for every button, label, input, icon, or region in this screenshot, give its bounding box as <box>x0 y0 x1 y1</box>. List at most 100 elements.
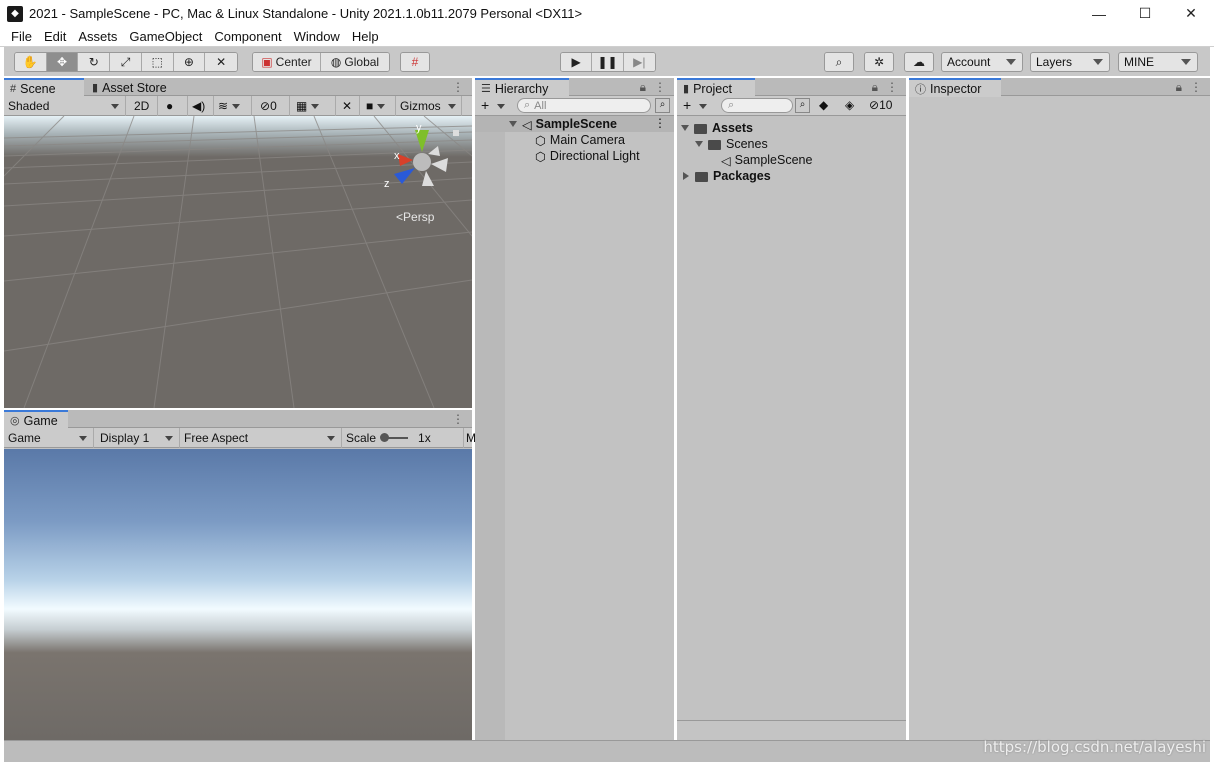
scale-label: Scale <box>346 431 377 445</box>
lock-icon[interactable]: 🔒︎ <box>872 80 878 95</box>
menu-edit[interactable]: Edit <box>38 29 72 44</box>
camera-dropdown[interactable]: ■ <box>362 96 396 116</box>
search-filter-icon[interactable]: ⌕ <box>795 98 810 113</box>
pivot-center-button[interactable]: ▣ Center <box>253 53 321 71</box>
scale-slider[interactable] <box>380 433 409 442</box>
tab-inspector[interactable]: ⓘ Inspector <box>909 78 1001 97</box>
collab-icon[interactable]: ✲ <box>865 53 893 71</box>
menu-component[interactable]: Component <box>208 29 287 44</box>
toggle-2d-button[interactable]: 2D <box>130 96 158 116</box>
draw-mode-dropdown[interactable]: Shaded <box>4 96 126 116</box>
x-axis-cone[interactable] <box>398 154 413 166</box>
panel-menu-icon[interactable]: ⋮ <box>1190 80 1202 94</box>
menu-window[interactable]: Window <box>288 29 346 44</box>
audio-icon[interactable]: ◀) <box>188 96 214 116</box>
hand-tool-icon[interactable]: ✋ <box>15 53 47 71</box>
display-dropdown[interactable]: Display 1 <box>96 428 180 448</box>
rotate-tool-icon[interactable]: ↻ <box>78 53 111 71</box>
close-button[interactable]: ✕ <box>1168 0 1214 27</box>
maximize-on-play-toggle[interactable]: M <box>464 428 476 448</box>
scene-root-row[interactable]: ◁ SampleScene <box>509 116 617 132</box>
draw-mode-label: Shaded <box>8 99 50 113</box>
layout-dropdown[interactable]: MINE <box>1118 52 1198 72</box>
move-tool-icon[interactable]: ✥ <box>46 53 79 71</box>
custom-tool-icon[interactable]: ✕ <box>205 53 237 71</box>
hierarchy-item-main-camera[interactable]: ⬡ Main Camera <box>535 132 625 148</box>
tools-icon[interactable]: ✕ <box>338 96 360 116</box>
tab-scene[interactable]: # Scene <box>4 78 84 97</box>
grid-snap-icon[interactable]: # <box>401 53 429 71</box>
gizmos-dropdown[interactable]: Gizmos <box>396 96 462 116</box>
menu-gameobject[interactable]: GameObject <box>123 29 208 44</box>
chevron-down-icon <box>448 104 456 109</box>
panel-menu-icon[interactable]: ⋮ <box>654 80 666 94</box>
project-item-label: Packages <box>713 169 771 183</box>
lock-icon[interactable]: 🔒︎ <box>1176 80 1182 95</box>
hierarchy-item-directional-light[interactable]: ⬡ Directional Light <box>535 148 640 164</box>
pivot-global-button[interactable]: ◍ Global <box>321 53 389 71</box>
scale-slider-handle[interactable] <box>380 433 390 442</box>
hierarchy-search-input[interactable]: ⌕ All <box>517 98 651 113</box>
menu-file[interactable]: File <box>5 29 38 44</box>
hierarchy-tree: ◁ SampleScene ⋮ ⬡ Main Camera ⬡ Directio… <box>475 116 674 740</box>
tab-game[interactable]: ◎ Game <box>4 410 68 429</box>
projection-label: Persp <box>403 210 435 224</box>
filter-type-icon[interactable]: ◆ <box>819 98 828 112</box>
scene-visibility-toggle[interactable]: ⊘ 0 <box>256 96 290 116</box>
search-filter-icon[interactable]: ⌕ <box>655 98 670 113</box>
scale-control: Scale 1x <box>342 428 464 448</box>
menu-help[interactable]: Help <box>346 29 385 44</box>
z-axis-cone[interactable] <box>394 168 415 184</box>
project-item-scenes[interactable]: Scenes <box>695 136 768 152</box>
tab-asset-store-label: Asset Store <box>102 80 167 95</box>
effects-dropdown[interactable]: ≋ <box>214 96 252 116</box>
expand-arrow-icon[interactable] <box>681 125 689 131</box>
minimize-button[interactable]: — <box>1076 0 1122 27</box>
expand-arrow-icon[interactable] <box>509 121 517 127</box>
project-item-assets[interactable]: Assets <box>681 120 753 136</box>
tab-asset-store[interactable]: ▮ Asset Store <box>86 78 186 97</box>
search-icon[interactable]: ⌕ <box>825 53 853 71</box>
panel-menu-icon[interactable]: ⋮ <box>452 80 464 94</box>
chevron-down-icon <box>1006 59 1016 65</box>
collapse-arrow-icon[interactable] <box>683 172 689 180</box>
cube-icon: ⬡ <box>535 149 546 164</box>
project-item-samplescene[interactable]: ◁ SampleScene <box>721 152 812 168</box>
lock-icon[interactable]: 🔒︎ <box>640 80 646 95</box>
maximize-button[interactable]: ☐ <box>1122 0 1168 27</box>
add-icon[interactable]: + <box>683 97 691 113</box>
scale-tool-icon[interactable]: ⤢ <box>110 53 142 71</box>
chevron-down-icon <box>497 104 505 109</box>
account-dropdown[interactable]: Account <box>941 52 1023 72</box>
game-mode-dropdown[interactable]: Game <box>4 428 94 448</box>
step-button[interactable]: ▶| <box>623 53 655 71</box>
add-icon[interactable]: + <box>481 97 489 113</box>
play-button[interactable]: ▶ <box>561 53 593 71</box>
tab-project-label: Project <box>693 81 732 96</box>
gizmo-lock-icon[interactable] <box>453 130 459 136</box>
project-item-packages[interactable]: Packages <box>681 168 771 184</box>
tab-project[interactable]: ▮ Project <box>677 78 755 97</box>
layers-dropdown[interactable]: Layers <box>1030 52 1110 72</box>
project-search-input[interactable]: ⌕ <box>721 98 793 113</box>
projection-toggle[interactable]: <Persp <box>396 210 434 224</box>
pause-button[interactable]: ❚❚ <box>592 53 624 71</box>
filter-label-icon[interactable]: ◈ <box>845 98 854 112</box>
expand-arrow-icon[interactable] <box>695 141 703 147</box>
transform-tool-icon[interactable]: ⊕ <box>173 53 206 71</box>
scene-viewport[interactable]: y x z <Persp <box>4 116 472 408</box>
aspect-dropdown[interactable]: Free Aspect <box>180 428 342 448</box>
search-icon: ⌕ <box>524 99 531 111</box>
inspector-tabbar: ⓘ Inspector 🔒︎ ⋮ <box>909 78 1210 97</box>
game-viewport[interactable] <box>4 449 472 740</box>
rect-tool-icon[interactable]: ⬚ <box>141 53 174 71</box>
hidden-packages-toggle[interactable]: ⊘10 <box>869 98 892 112</box>
cloud-icon[interactable]: ☁ <box>905 53 933 71</box>
grid-dropdown[interactable]: ▦ <box>292 96 336 116</box>
tab-hierarchy[interactable]: ☰ Hierarchy <box>475 78 569 97</box>
scene-menu-icon[interactable]: ⋮ <box>654 116 666 130</box>
panel-menu-icon[interactable]: ⋮ <box>452 412 464 426</box>
menu-assets[interactable]: Assets <box>72 29 123 44</box>
panel-menu-icon[interactable]: ⋮ <box>886 80 898 94</box>
lighting-icon[interactable]: ● <box>162 96 188 116</box>
